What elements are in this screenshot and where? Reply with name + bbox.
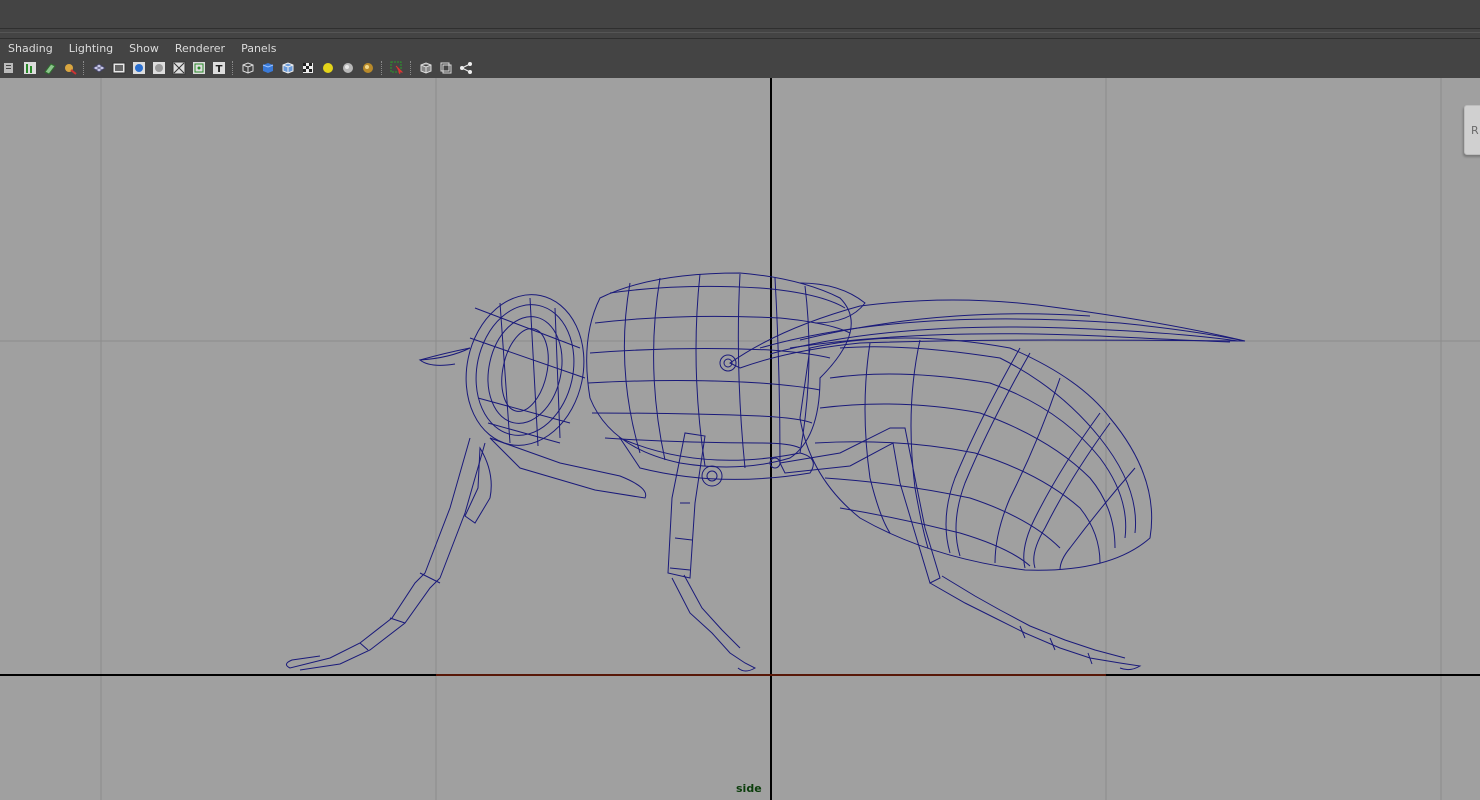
title-bar-divider — [0, 32, 1480, 33]
fly-thorax — [586, 272, 866, 480]
fly-wireframe-mesh[interactable] — [286, 272, 1246, 672]
side-panel-tab[interactable]: R — [1464, 105, 1480, 155]
panel-toolbar: T — [0, 57, 1480, 78]
smooth-shade-icon[interactable] — [260, 60, 276, 76]
bookmarks-icon[interactable] — [42, 60, 58, 76]
safe-title-icon[interactable]: T — [211, 60, 227, 76]
use-all-lights-icon[interactable] — [320, 60, 336, 76]
resolution-gate-icon[interactable] — [131, 60, 147, 76]
fly-front-leg — [286, 437, 647, 671]
fly-abdomen — [799, 337, 1153, 571]
viewport-grid — [0, 78, 1480, 800]
window-title-bar — [0, 0, 1480, 39]
shadows-icon[interactable] — [340, 60, 356, 76]
menu-show[interactable]: Show — [121, 42, 167, 55]
panel-menu-bar: Shading Lighting Show Renderer Panels — [0, 39, 1480, 57]
high-quality-icon[interactable] — [360, 60, 376, 76]
fly-head — [418, 294, 586, 447]
toolbar-separator — [381, 60, 384, 75]
menu-shading[interactable]: Shading — [0, 42, 61, 55]
select-camera-icon[interactable] — [2, 60, 18, 76]
menu-panels[interactable]: Panels — [233, 42, 284, 55]
fly-middle-leg — [667, 432, 757, 672]
safe-action-icon[interactable] — [191, 60, 207, 76]
svg-text:T: T — [216, 64, 223, 75]
field-chart-icon[interactable] — [171, 60, 187, 76]
side-viewport[interactable]: R side — [0, 78, 1480, 800]
menu-lighting[interactable]: Lighting — [61, 42, 121, 55]
toolbar-separator — [232, 60, 235, 75]
isolate-select-icon[interactable] — [389, 60, 405, 76]
xray-icon[interactable] — [418, 60, 434, 76]
wireframe-icon[interactable] — [240, 60, 256, 76]
toolbar-separator — [83, 60, 86, 75]
viewport-canvas[interactable] — [0, 78, 1480, 800]
grid-icon[interactable] — [91, 60, 107, 76]
film-gate-icon[interactable] — [111, 60, 127, 76]
wireframe-on-shaded-icon[interactable] — [280, 60, 296, 76]
menu-renderer[interactable]: Renderer — [167, 42, 233, 55]
toolbar-separator — [410, 60, 413, 75]
xray-components-icon[interactable] — [458, 60, 474, 76]
fly-wing — [719, 299, 1246, 372]
textured-icon[interactable] — [300, 60, 316, 76]
image-plane-icon[interactable] — [62, 60, 78, 76]
camera-attributes-icon[interactable] — [22, 60, 38, 76]
gate-mask-icon[interactable] — [151, 60, 167, 76]
title-bar-divider — [0, 28, 1480, 29]
xray-joints-icon[interactable] — [438, 60, 454, 76]
fly-hind-leg — [769, 427, 1142, 671]
camera-name-label: side — [736, 782, 762, 795]
